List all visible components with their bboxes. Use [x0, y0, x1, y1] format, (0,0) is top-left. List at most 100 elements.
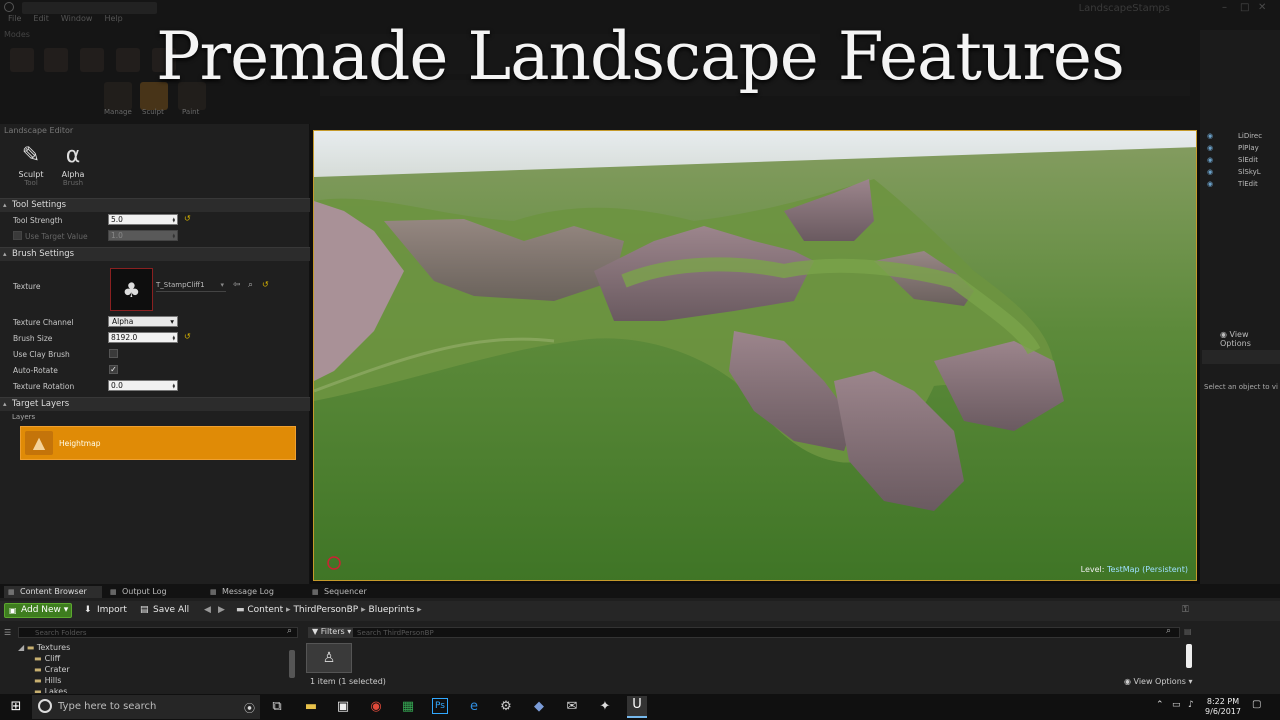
microphone-icon[interactable]: ⦿ — [244, 700, 255, 716]
sculpt-tool-button[interactable]: ✎ Sculpt Tool — [14, 142, 48, 187]
save-all-button[interactable]: ▤ Save All — [140, 603, 189, 618]
outliner-item[interactable]: LiDirec — [1238, 130, 1280, 142]
folder-scrollbar[interactable] — [289, 650, 295, 678]
chrome-icon[interactable]: ◉ — [367, 698, 385, 716]
spreadsheet-icon[interactable]: ▦ — [399, 698, 417, 716]
vs-icon[interactable]: ◆ — [530, 698, 548, 716]
use-target-checkbox[interactable] — [13, 231, 22, 240]
auto-rotate-checkbox[interactable]: ✓ — [109, 365, 118, 374]
save-all-label: Save All — [153, 605, 190, 615]
lock-icon[interactable]: ⚿ — [1182, 605, 1189, 615]
search-folders-input[interactable]: Search Folders — [18, 627, 298, 638]
texture-label: Texture — [13, 282, 41, 291]
alpha-brush-button[interactable]: α Alpha Brush — [56, 142, 90, 187]
history-forward-icon[interactable]: ▶ — [218, 603, 225, 618]
heightmap-layer-row[interactable]: ▲ Heightmap — [20, 426, 296, 460]
outliner-item[interactable]: SlSkyL — [1238, 166, 1280, 178]
save-search-icon[interactable]: ▤ — [1184, 627, 1192, 636]
texture-channel-select[interactable]: Alpha ▾ — [108, 316, 178, 327]
notifications-icon[interactable]: ▢ — [1252, 699, 1261, 710]
level-name: TestMap (Persistent) — [1107, 565, 1188, 574]
brush-settings-header[interactable]: Brush Settings — [0, 247, 310, 261]
sculpt-tool-label: Sculpt — [18, 170, 44, 179]
target-layers-header[interactable]: Target Layers — [0, 397, 310, 411]
texture-thumbnail[interactable]: ♣ — [110, 268, 153, 311]
level-tab[interactable] — [22, 2, 157, 14]
outliner-view-options[interactable]: ◉ View Options — [1220, 330, 1280, 348]
history-back-icon[interactable]: ◀ — [204, 603, 211, 618]
video-title-banner: Premade Landscape Features — [156, 18, 1125, 95]
use-clay-label: Use Clay Brush — [13, 350, 70, 359]
tab-message-log[interactable]: Message Log — [206, 586, 302, 598]
level-label: Level: — [1080, 565, 1105, 574]
game-icon[interactable]: ✦ — [596, 698, 614, 716]
content-view-options[interactable]: ◉ View Options ▾ — [1124, 677, 1193, 686]
character-icon: ♙ — [322, 650, 336, 666]
reset-tool-strength-icon[interactable]: ↺ — [184, 214, 191, 223]
tab-sequencer[interactable]: Sequencer — [308, 586, 404, 598]
eye-icon[interactable]: ◉ — [1207, 154, 1217, 166]
taskbar-clock[interactable]: 8:22 PM 9/6/2017 — [1204, 697, 1242, 717]
landscape-editor-title: Landscape Editor — [4, 126, 74, 135]
eye-icon[interactable]: ◉ — [1207, 130, 1217, 142]
folder-lakes[interactable]: Lakes — [34, 687, 68, 693]
level-viewport[interactable]: Level: TestMap (Persistent) — [313, 130, 1197, 581]
tab-content-browser[interactable]: Content Browser — [4, 586, 102, 598]
breadcrumb-blueprints[interactable]: Blueprints — [369, 605, 415, 615]
outliner-item[interactable]: TlEdit — [1238, 178, 1280, 190]
photoshop-icon[interactable]: Ps — [432, 698, 448, 714]
use-clay-checkbox[interactable] — [109, 349, 118, 358]
close-icon[interactable]: ✕ — [1258, 2, 1266, 13]
filters-button[interactable]: ▼ Filters ▾ — [308, 627, 356, 638]
heightmap-layer-label: Heightmap — [59, 439, 101, 448]
minimize-icon[interactable]: – — [1222, 2, 1227, 13]
sources-toggle-icon[interactable]: ☰ — [4, 628, 11, 637]
taskbar-search-box[interactable]: Type here to search — [32, 695, 260, 719]
use-target-input[interactable]: 1.0 — [108, 230, 178, 241]
outliner-item[interactable]: PlPlay — [1238, 142, 1280, 154]
reset-brush-size-icon[interactable]: ↺ — [184, 332, 191, 341]
unreal-editor-taskbar-icon[interactable]: U — [627, 696, 647, 718]
brush-icon: ✎ — [21, 143, 41, 168]
reset-texture-icon[interactable]: ↺ — [262, 280, 269, 289]
manage-mode-label: Manage — [104, 108, 132, 116]
task-view-icon[interactable]: ⧉ — [268, 698, 286, 716]
eye-icon: ◉ — [1124, 677, 1134, 686]
network-icon[interactable]: ▭ — [1172, 700, 1181, 710]
chevron-down-icon: ◢ — [18, 643, 27, 652]
tool-strength-input[interactable]: 5.0 — [108, 214, 178, 225]
folder-hills[interactable]: Hills — [34, 676, 62, 685]
tab-output-log[interactable]: Output Log — [106, 586, 202, 598]
eye-icon[interactable]: ◉ — [1207, 166, 1217, 178]
folder-crater[interactable]: Crater — [34, 665, 70, 674]
folder-cliff[interactable]: Cliff — [34, 654, 61, 663]
edge-icon[interactable]: e — [465, 698, 483, 716]
breadcrumb-content[interactable]: Content — [247, 605, 283, 615]
textures-folder[interactable]: ◢ ▬ Textures — [18, 643, 70, 652]
tool-settings-header[interactable]: Tool Settings — [0, 198, 310, 212]
import-button[interactable]: ⬇ Import — [84, 603, 127, 618]
windows-start-icon[interactable]: ⊞ — [7, 698, 25, 716]
asset-thumbnail[interactable]: ♙ — [306, 643, 352, 673]
asset-scrollbar[interactable] — [1186, 644, 1192, 668]
search-assets-input[interactable]: Search ThirdPersonBP — [352, 627, 1180, 638]
eye-icon[interactable]: ◉ — [1207, 178, 1217, 190]
add-new-button[interactable]: Add New ▾ — [4, 603, 72, 618]
eye-icon[interactable]: ◉ — [1207, 142, 1217, 154]
outliner-item[interactable]: SlEdit — [1238, 154, 1280, 166]
chevron-right-icon: ▸ — [417, 605, 422, 615]
mail-icon[interactable]: ✉ — [563, 698, 581, 716]
volume-icon[interactable]: ♪ — [1188, 700, 1194, 710]
tray-chevron-icon[interactable]: ⌃ — [1156, 700, 1164, 710]
outliner-list: LiDirec PlPlay SlEdit SlSkyL TlEdit — [1238, 130, 1280, 192]
file-explorer-icon[interactable]: ▬ — [302, 698, 320, 716]
breadcrumb-thirdpersonbp[interactable]: ThirdPersonBP — [293, 605, 358, 615]
steam-icon[interactable]: ⚙ — [497, 698, 515, 716]
texture-rotation-input[interactable]: 0.0 — [108, 380, 178, 391]
browse-asset-icon[interactable]: ⌕ — [248, 280, 253, 290]
texture-asset-combo[interactable]: T_StampCliff1 ▾ — [156, 281, 226, 292]
use-selected-asset-icon[interactable]: ⇦ — [233, 280, 241, 290]
brush-size-input[interactable]: 8192.0 — [108, 332, 178, 343]
maximize-icon[interactable]: □ — [1240, 2, 1249, 13]
store-icon[interactable]: ▣ — [334, 698, 352, 716]
